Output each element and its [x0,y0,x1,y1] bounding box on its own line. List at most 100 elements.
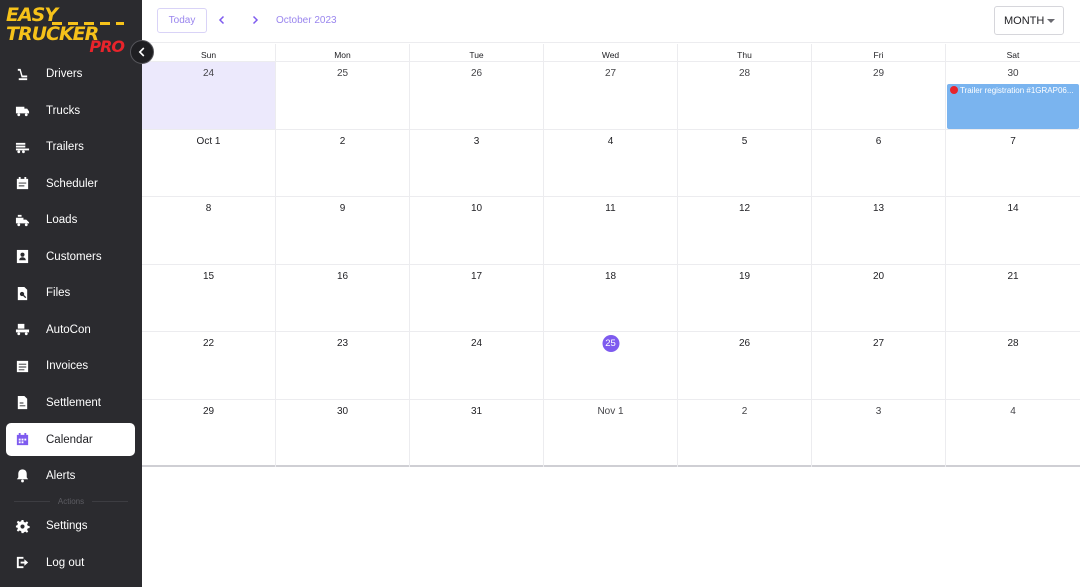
calendar-day-cell[interactable]: 4 [946,400,1080,468]
brand-line-3: PRO [89,37,125,56]
scheduler-icon [14,176,30,192]
sidebar-item-trailers[interactable]: Trailers [0,129,142,166]
day-number: 24 [470,338,483,349]
calendar-week: 24 25 26 27 28 29 30 Trailer registratio… [142,62,1080,130]
calendar-day-cell[interactable]: 20 [812,264,946,331]
day-number: 3 [875,405,882,417]
calendar-day-cell[interactable]: 6 [812,129,946,196]
sidebar-item-logout[interactable]: Log out [0,545,142,582]
sidebar-item-trucks[interactable]: Trucks [0,93,142,130]
caret-down-icon [1047,19,1055,23]
sidebar-item-settlement[interactable]: Settlement [0,385,142,422]
calendar-day-cell[interactable]: 22 [142,332,276,399]
sidebar-item-autocon[interactable]: AutoCon [0,312,142,349]
sidebar-item-label: Trucks [46,104,81,117]
calendar-day-cell[interactable]: 19 [678,264,812,331]
calendar-day-cell[interactable]: 25 [276,62,410,129]
sidebar: EASY TRUCKER PRO Drivers Trucks Trailers [0,0,154,587]
calendar-day-cell[interactable]: 29 [812,62,946,129]
view-mode-select[interactable]: MONTH [994,6,1064,35]
day-number: 4 [607,135,614,147]
calendar-day-cell[interactable]: 17 [410,264,544,331]
sidebar-item-files[interactable]: Files [0,275,142,312]
day-number: Nov 1 [597,405,624,417]
calendar-day-cell[interactable]: 13 [812,197,946,264]
driver-seat-icon [14,66,30,82]
sidebar-item-settings[interactable]: Settings [0,508,142,545]
calendar-day-cell[interactable]: 8 [142,197,276,264]
day-number: 24 [202,68,215,79]
sidebar-item-calendar[interactable]: Calendar [6,423,135,456]
calendar-day-cell[interactable]: 11 [544,197,678,264]
calendar-day-cell[interactable]: 3 [410,129,544,196]
calendar-day-cell[interactable]: 3 [812,399,946,467]
calendar-day-cell[interactable]: 9 [276,197,410,264]
sidebar-item-alerts[interactable]: Alerts [0,458,142,495]
today-button[interactable]: Today [157,8,207,33]
calendar-day-cell[interactable]: 15 [142,264,276,331]
autocon-icon [14,322,30,338]
calendar-day-cell[interactable]: 28 [678,62,812,129]
sidebar-item-loads[interactable]: Loads [0,202,142,239]
calendar-event[interactable]: Trailer registration #1GRAP06... [947,84,1079,129]
weekday-header: Thu [678,44,812,61]
calendar-day-cell[interactable]: Oct 1 [142,129,276,196]
weekday-header: Sat [1006,50,1020,60]
calendar-day-cell[interactable]: 26 [410,62,544,129]
calendar-day-cell[interactable]: 5 [678,129,812,196]
sidebar-item-label: Calendar [46,433,93,446]
day-number: 29 [202,405,215,417]
sidebar-collapse-button[interactable] [130,40,154,64]
day-number: 11 [605,203,616,214]
day-number: 25 [336,68,349,79]
calendar-day-cell[interactable]: 24 [142,62,276,129]
calendar-day-cell[interactable]: 10 [410,197,544,264]
settlement-icon [14,395,30,411]
calendar-day-cell[interactable]: 21 [946,265,1080,332]
calendar-day-cell[interactable]: 26 [678,332,812,399]
calendar-day-cell[interactable]: 16 [276,264,410,331]
calendar-day-cell[interactable]: 14 [946,197,1080,264]
calendar-day-cell[interactable]: 12 [678,197,812,264]
next-month-button[interactable] [248,13,262,27]
sidebar-item-invoices[interactable]: Invoices [0,348,142,385]
weekday-header: Tue [410,44,544,61]
calendar-day-cell[interactable]: 4 [544,129,678,196]
day-number: 21 [1007,270,1019,282]
calendar-day-cell[interactable]: 28 [946,332,1080,399]
brand-logo[interactable]: EASY TRUCKER PRO [6,6,126,56]
calendar-day-cell[interactable]: 29 [142,399,276,467]
section-label-actions: Actions [0,494,142,508]
sidebar-item-label: Drivers [46,68,83,81]
day-number: 30 [336,405,349,417]
chevron-right-icon [252,15,259,25]
sidebar-item-scheduler[interactable]: Scheduler [0,166,142,203]
calendar-day-cell[interactable]: 23 [276,332,410,399]
calendar-day-cell[interactable]: 18 [544,264,678,331]
calendar-day-cell[interactable]: 2 [276,129,410,196]
calendar-day-cell[interactable]: 24 [410,332,544,399]
calendar-week: 22 23 24 25 26 27 28 [142,332,1080,400]
sidebar-item-label: Alerts [46,469,76,482]
calendar-day-cell[interactable]: 30 [276,399,410,467]
calendar-day-cell[interactable]: 27 [812,332,946,399]
day-number: 7 [1010,135,1016,147]
previous-month-button[interactable] [215,13,229,27]
sidebar-item-customers[interactable]: Customers [0,239,142,276]
calendar-day-cell[interactable]: 7 [946,130,1080,197]
day-number: 9 [339,203,346,214]
calendar-weeks: 24 25 26 27 28 29 30 Trailer registratio… [142,62,1080,467]
calendar-day-cell-today[interactable]: 25 [544,332,678,399]
sidebar-item-label: Log out [46,556,85,569]
calendar-day-cell[interactable]: 31 [410,399,544,467]
day-number: 23 [336,338,349,349]
sidebar-item-drivers[interactable]: Drivers [0,56,142,93]
calendar-day-cell[interactable]: 27 [544,62,678,129]
calendar-day-cell[interactable]: 2 [678,399,812,467]
sidebar-item-label: Scheduler [46,177,98,190]
calendar-day-cell[interactable]: Nov 1 [544,399,678,467]
calendar-day-cell[interactable]: 30 Trailer registration #1GRAP06... [946,62,1080,129]
month-title: October 2023 [276,15,337,26]
day-number: 26 [470,68,483,79]
chevron-left-icon [218,15,225,25]
